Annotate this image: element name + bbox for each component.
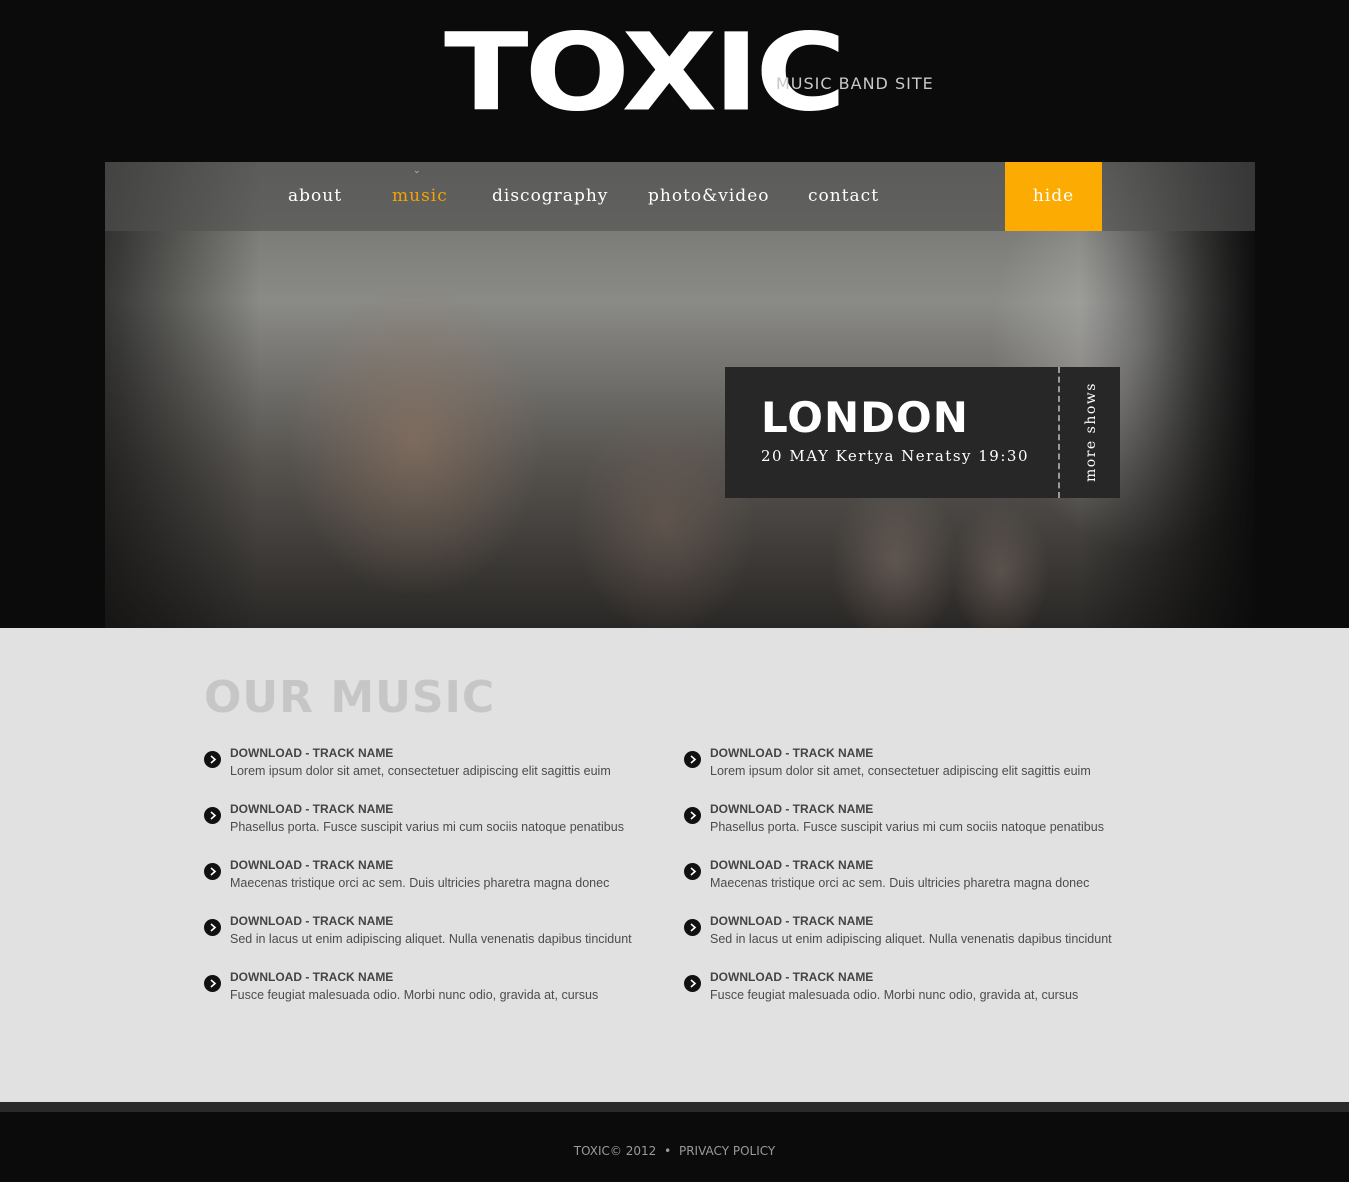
show-city: LONDON: [761, 393, 969, 442]
footer-divider: [0, 1102, 1349, 1112]
hero-banner: about ⌄ music discography photo&video co…: [0, 162, 1349, 628]
track-description: Sed in lacus ut enim adipiscing aliquet.…: [230, 932, 632, 946]
track-download-link[interactable]: DOWNLOAD - TRACK NAME: [710, 970, 873, 984]
track-item: DOWNLOAD - TRACK NAME Sed in lacus ut eni…: [204, 914, 664, 954]
track-download-link[interactable]: DOWNLOAD - TRACK NAME: [710, 914, 873, 928]
track-download-link[interactable]: DOWNLOAD - TRACK NAME: [710, 802, 873, 816]
footer-text: TOXIC© 2012 • PRIVACY POLICY: [0, 1144, 1349, 1158]
track-download-link[interactable]: DOWNLOAD - TRACK NAME: [230, 858, 393, 872]
more-shows-label: more shows: [1083, 382, 1099, 482]
track-item: DOWNLOAD - TRACK NAME Fusce feugiat males…: [204, 970, 664, 1010]
track-description: Sed in lacus ut enim adipiscing aliquet.…: [710, 932, 1112, 946]
section-title: OUR MUSIC: [204, 672, 496, 723]
play-arrow-icon[interactable]: [684, 807, 701, 824]
play-arrow-icon[interactable]: [204, 919, 221, 936]
play-arrow-icon[interactable]: [684, 863, 701, 880]
hero-vignette: [0, 162, 1349, 628]
track-item: DOWNLOAD - TRACK NAME Lorem ipsum dolor s…: [684, 746, 1144, 786]
track-download-link[interactable]: DOWNLOAD - TRACK NAME: [230, 802, 393, 816]
play-arrow-icon[interactable]: [684, 975, 701, 992]
play-arrow-icon[interactable]: [684, 919, 701, 936]
play-arrow-icon[interactable]: [684, 751, 701, 768]
hide-button[interactable]: hide: [1005, 162, 1102, 231]
site-footer: TOXIC© 2012 • PRIVACY POLICY: [0, 1112, 1349, 1182]
track-download-link[interactable]: DOWNLOAD - TRACK NAME: [710, 746, 873, 760]
chevron-down-icon: ⌄: [413, 166, 421, 176]
track-description: Maecenas tristique orci ac sem. Duis ult…: [710, 876, 1090, 890]
track-item: DOWNLOAD - TRACK NAME Maecenas tristique …: [684, 858, 1144, 898]
music-section: OUR MUSIC DOWNLOAD - TRACK NAME Lorem ips…: [0, 628, 1349, 1102]
divider: [1058, 367, 1060, 498]
footer-separator: •: [664, 1144, 672, 1158]
track-description: Lorem ipsum dolor sit amet, consectetuer…: [230, 764, 611, 778]
track-download-link[interactable]: DOWNLOAD - TRACK NAME: [230, 914, 393, 928]
show-details: 20 MAY Kertya Neratsy 19:30: [761, 447, 1029, 465]
upcoming-show-card: LONDON 20 MAY Kertya Neratsy 19:30 more …: [725, 367, 1120, 498]
track-item: DOWNLOAD - TRACK NAME Fusce feugiat males…: [684, 970, 1144, 1010]
track-item: DOWNLOAD - TRACK NAME Lorem ipsum dolor s…: [204, 746, 664, 786]
track-description: Fusce feugiat malesuada odio. Morbi nunc…: [230, 988, 599, 1002]
track-description: Maecenas tristique orci ac sem. Duis ult…: [230, 876, 610, 890]
play-arrow-icon[interactable]: [204, 751, 221, 768]
track-item: DOWNLOAD - TRACK NAME Phasellus porta. Fu…: [684, 802, 1144, 842]
track-download-link[interactable]: DOWNLOAD - TRACK NAME: [230, 746, 393, 760]
nav-photo-video[interactable]: photo&video: [648, 186, 769, 206]
main-nav: about ⌄ music discography photo&video co…: [105, 162, 1255, 231]
nav-about[interactable]: about: [288, 186, 342, 206]
track-download-link[interactable]: DOWNLOAD - TRACK NAME: [710, 858, 873, 872]
track-item: DOWNLOAD - TRACK NAME Sed in lacus ut eni…: [684, 914, 1144, 954]
logo-tagline: MUSIC BAND SITE: [776, 74, 934, 93]
play-arrow-icon[interactable]: [204, 807, 221, 824]
site-header: TOXIC MUSIC BAND SITE: [0, 0, 1349, 162]
track-description: Phasellus porta. Fusce suscipit varius m…: [710, 820, 1104, 834]
play-arrow-icon[interactable]: [204, 863, 221, 880]
track-item: DOWNLOAD - TRACK NAME Phasellus porta. Fu…: [204, 802, 664, 842]
track-item: DOWNLOAD - TRACK NAME Maecenas tristique …: [204, 858, 664, 898]
copyright: TOXIC© 2012: [573, 1144, 657, 1158]
track-download-link[interactable]: DOWNLOAD - TRACK NAME: [230, 970, 393, 984]
nav-music[interactable]: music: [392, 186, 448, 206]
play-arrow-icon[interactable]: [204, 975, 221, 992]
track-description: Lorem ipsum dolor sit amet, consectetuer…: [710, 764, 1091, 778]
nav-contact[interactable]: contact: [808, 186, 879, 206]
more-shows-button[interactable]: more shows: [1062, 367, 1120, 498]
nav-discography[interactable]: discography: [492, 186, 608, 206]
track-description: Phasellus porta. Fusce suscipit varius m…: [230, 820, 624, 834]
privacy-policy-link[interactable]: PRIVACY POLICY: [679, 1144, 775, 1158]
track-description: Fusce feugiat malesuada odio. Morbi nunc…: [710, 988, 1079, 1002]
